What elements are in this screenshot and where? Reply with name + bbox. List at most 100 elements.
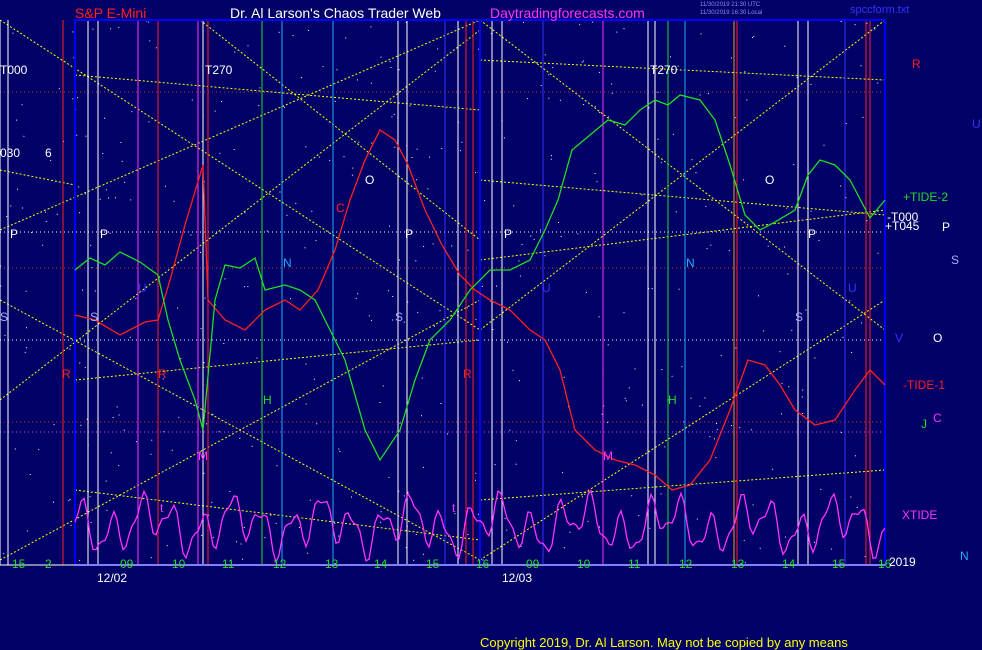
grid-dot (598, 316, 600, 318)
grid-dot (518, 260, 520, 262)
grid-dot (123, 429, 125, 431)
grid-dot (392, 319, 394, 321)
grid-dot (351, 174, 353, 176)
grid-dot (548, 74, 550, 76)
grid-dot (705, 205, 707, 207)
grid-dot (389, 225, 390, 227)
grid-dot (355, 297, 357, 299)
grid-dot (313, 378, 315, 380)
grid-dot (26, 530, 28, 532)
grid-dot (784, 45, 786, 47)
grid-dot (690, 397, 692, 399)
grid-dot (429, 156, 430, 158)
grid-dot (513, 205, 515, 207)
line-label: S (395, 310, 403, 324)
line-label: P (10, 227, 18, 241)
grid-dot (530, 235, 532, 237)
grid-dot (823, 144, 825, 146)
grid-dot (704, 397, 706, 399)
grid-dot (734, 117, 736, 119)
grid-dot (507, 341, 508, 343)
x-tick-label: 14 (782, 557, 796, 571)
author-title: Dr. Al Larson's Chaos Trader Web (230, 5, 441, 21)
grid-dot (550, 158, 552, 160)
grid-dot (477, 513, 479, 515)
grid-dot (233, 149, 235, 150)
grid-dot (370, 82, 372, 84)
grid-dot (379, 402, 381, 403)
grid-dot (752, 504, 754, 506)
grid-dot (116, 406, 118, 408)
grid-dot (810, 83, 812, 85)
x-tick-label: 15 (832, 557, 846, 571)
right-label: XTIDE (902, 508, 937, 522)
grid-dot (791, 329, 793, 331)
grid-dot (124, 181, 126, 183)
grid-dot (334, 522, 336, 524)
grid-dot (3, 553, 5, 555)
date-label: 12/02 (97, 571, 127, 585)
grid-dot (599, 526, 600, 528)
grid-dot (316, 423, 318, 425)
grid-dot (224, 278, 226, 280)
grid-dot (403, 495, 405, 497)
grid-dot (596, 181, 598, 183)
line-label: T270 (650, 63, 678, 77)
grid-dot (409, 105, 411, 107)
grid-dot (78, 186, 80, 188)
grid-dot (380, 56, 382, 58)
grid-dot (200, 251, 201, 253)
grid-dot (306, 552, 308, 554)
grid-dot (447, 433, 448, 435)
grid-dot (551, 155, 552, 157)
grid-dot (357, 293, 359, 295)
x-tick-label: 12 (679, 557, 693, 571)
grid-dot (275, 522, 277, 524)
grid-dot (700, 33, 702, 35)
x-tick-label: 09 (526, 557, 540, 571)
line-label: N (283, 256, 292, 270)
grid-dot (338, 448, 340, 450)
grid-dot (423, 246, 425, 247)
grid-dot (434, 70, 436, 72)
grid-dot (115, 197, 116, 199)
grid-dot (628, 387, 630, 389)
grid-dot (735, 347, 737, 349)
grid-dot (772, 468, 774, 470)
grid-dot (744, 562, 746, 564)
line-label: U (542, 281, 551, 295)
grid-dot (710, 244, 712, 246)
grid-dot (784, 246, 786, 248)
line-label: S (795, 310, 803, 324)
timestamp-utc: 11/30/2019 21:30 UTC (700, 2, 761, 8)
grid-dot (243, 286, 245, 288)
grid-dot (45, 211, 47, 213)
grid-dot (579, 24, 581, 26)
grid-dot (657, 91, 659, 93)
grid-dot (699, 94, 701, 96)
grid-dot (706, 248, 708, 250)
grid-dot (563, 376, 565, 378)
grid-dot (671, 375, 673, 377)
line-label: H (668, 393, 677, 407)
grid-dot (392, 296, 394, 297)
grid-dot (583, 104, 585, 105)
grid-dot (315, 240, 317, 242)
grid-dot (90, 244, 92, 246)
site-link[interactable]: Daytradingforecasts.com (490, 5, 645, 21)
timestamp-local: 11/30/2019 16:30 Local (700, 10, 763, 16)
grid-dot (108, 197, 109, 199)
grid-dot (793, 164, 795, 166)
grid-dot (625, 400, 627, 402)
grid-dot (178, 416, 180, 418)
right-label: C (933, 411, 942, 425)
grid-dot (521, 243, 523, 245)
grid-dot (696, 518, 698, 520)
grid-dot (305, 403, 307, 405)
grid-dot (56, 213, 58, 215)
grid-dot (110, 452, 112, 454)
grid-dot (623, 312, 625, 314)
grid-dot (739, 427, 741, 429)
grid-dot (475, 318, 477, 320)
grid-dot (779, 351, 781, 353)
